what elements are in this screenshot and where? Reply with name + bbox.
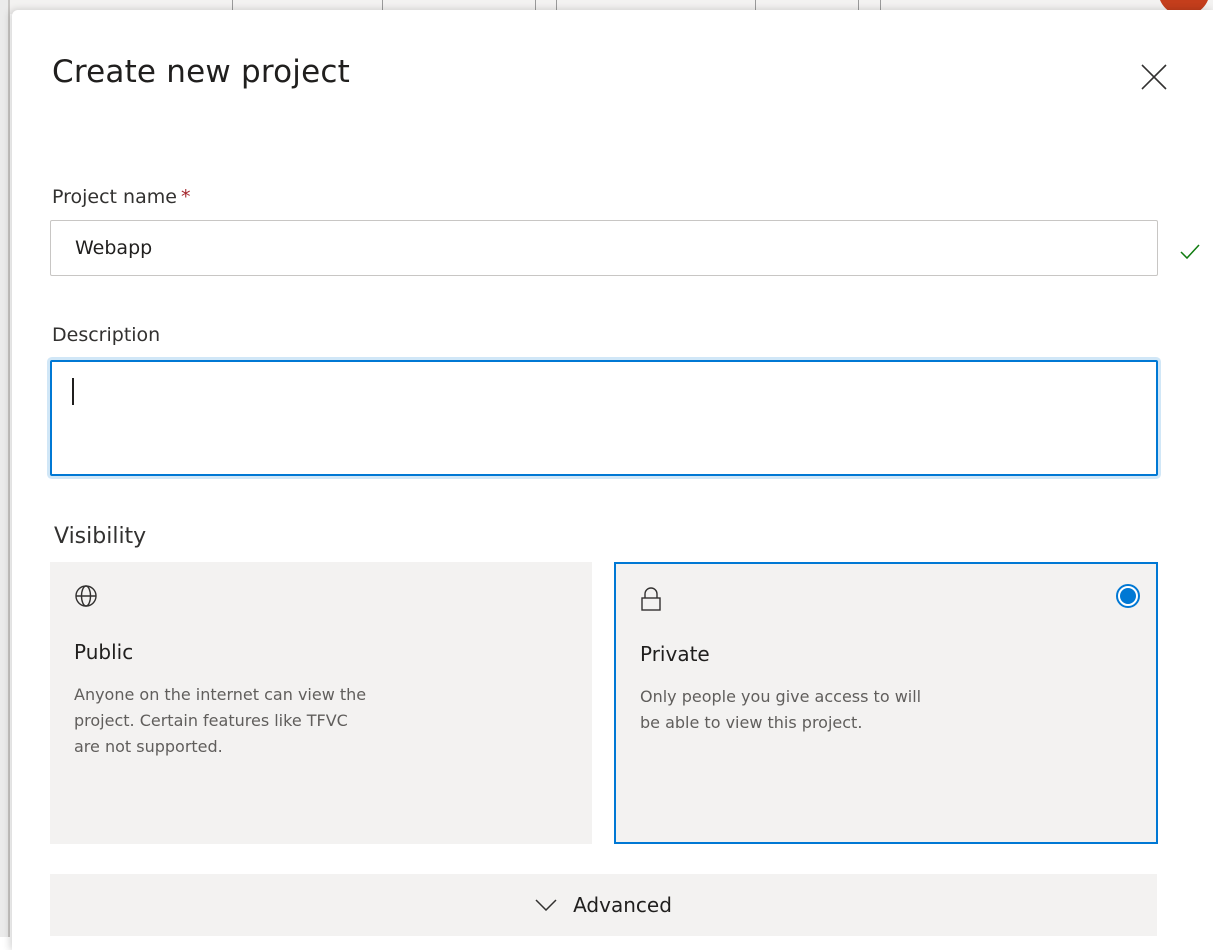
public-option-title: Public bbox=[74, 640, 134, 664]
private-radio-button[interactable] bbox=[1116, 584, 1140, 608]
advanced-toggle[interactable]: Advanced bbox=[50, 874, 1157, 936]
dialog-title: Create new project bbox=[52, 54, 350, 90]
visibility-label: Visibility bbox=[54, 524, 147, 549]
background-divider bbox=[8, 0, 10, 937]
private-option-title: Private bbox=[640, 642, 710, 666]
project-name-label: Project name * bbox=[52, 186, 190, 208]
visibility-option-private[interactable]: Private Only people you give access to w… bbox=[614, 562, 1158, 844]
globe-icon bbox=[75, 585, 97, 607]
checkmark-icon bbox=[1180, 244, 1200, 260]
description-label: Description bbox=[52, 324, 161, 346]
advanced-label: Advanced bbox=[573, 893, 672, 917]
project-name-label-text: Project name bbox=[52, 186, 177, 208]
required-marker: * bbox=[180, 186, 191, 208]
radio-selected-dot bbox=[1120, 588, 1136, 604]
close-button[interactable] bbox=[1137, 60, 1171, 94]
public-option-description: Anyone on the internet can view the proj… bbox=[74, 685, 367, 756]
close-icon bbox=[1141, 64, 1167, 90]
lock-icon bbox=[641, 587, 661, 611]
description-textarea[interactable] bbox=[50, 360, 1158, 476]
private-option-description: Only people you give access to will be a… bbox=[640, 687, 922, 732]
background-page-edge bbox=[0, 0, 10, 937]
visibility-option-public[interactable]: Public Anyone on the internet can view t… bbox=[50, 562, 592, 844]
chevron-down-icon bbox=[535, 899, 557, 911]
project-name-input[interactable] bbox=[50, 220, 1158, 276]
text-caret bbox=[72, 378, 74, 405]
create-project-dialog: Create new project Project name* Descrip… bbox=[12, 10, 1213, 950]
